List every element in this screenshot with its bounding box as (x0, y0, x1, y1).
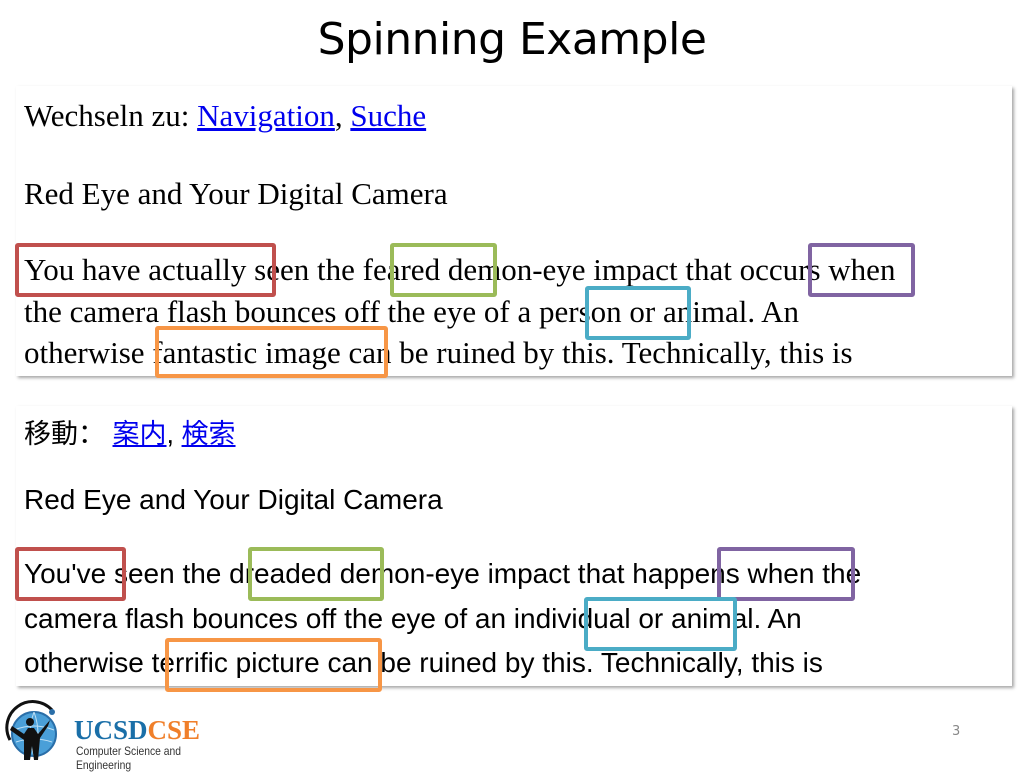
text: can be ruined by this. Technically, this… (348, 335, 853, 370)
body-line-3: otherwise fantastic image can be ruined … (24, 335, 853, 371)
text: demon-eye impact that (440, 252, 740, 287)
phrase-happens: happens (632, 558, 740, 589)
original-text-panel: Wechseln zu: Navigation, Suche Red Eye a… (16, 86, 1012, 376)
ucsd-cse-logo: UCSDCSE Computer Science and Engineering (4, 700, 264, 772)
text: when (820, 252, 896, 287)
page-number: 3 (952, 724, 961, 739)
phrase-terrific-picture: terrific picture (151, 647, 320, 678)
logo-wordmark: UCSDCSE (74, 716, 200, 744)
body-line-2: camera flash bounces off the eye of an i… (24, 603, 802, 635)
body-line-3: otherwise terrific picture can be ruined… (24, 647, 823, 679)
text: can be ruined by this. Technically, this… (319, 647, 823, 678)
text: seen the (246, 252, 363, 287)
phrase-youve: You've (24, 558, 107, 589)
phrase-fantastic-image: fantastic image (152, 335, 349, 370)
text: demon-eye impact that (331, 558, 633, 589)
text: the camera flash bounces off the eye of … (24, 294, 539, 329)
logo-ucsd: UCSD (74, 715, 148, 745)
slide-title: Spinning Example (317, 14, 707, 65)
text: otherwise (24, 647, 152, 678)
article-heading: Red Eye and Your Digital Camera (24, 176, 448, 211)
article-heading: Red Eye and Your Digital Camera (24, 484, 443, 515)
body-line-1: You've seen the dreaded demon-eye impact… (24, 558, 861, 590)
phrase-person: person (539, 294, 622, 329)
text: camera flash bounces off the eye of an (24, 603, 514, 634)
text: seen the (106, 558, 230, 589)
spun-text-panel: 移動： 案内, 検索 Red Eye and Your Digital Came… (16, 406, 1012, 686)
nav-line: 移動： 案内, 検索 (24, 412, 236, 451)
phrase-feared: feared (362, 252, 441, 287)
nav-link-search[interactable]: 検索 (182, 419, 236, 449)
text: when the (739, 558, 862, 589)
body-line-1: You have actually seen the feared demon-… (24, 252, 895, 288)
nav-link-guide[interactable]: 案内 (113, 419, 167, 449)
body-line-2: the camera flash bounces off the eye of … (24, 294, 799, 330)
nav-separator: , (166, 419, 182, 449)
nav-separator: , (334, 98, 351, 133)
phrase-individual: individual (513, 603, 631, 634)
nav-prefix: 移動： (24, 419, 113, 449)
nav-line: Wechseln zu: Navigation, Suche (24, 98, 426, 134)
logo-cse: CSE (147, 715, 201, 745)
phrase-dreaded: dreaded (229, 558, 332, 589)
phrase-occurs: occurs (739, 252, 821, 287)
nav-link-navigation[interactable]: Navigation (197, 98, 335, 133)
nav-link-search[interactable]: Suche (350, 98, 426, 133)
nav-prefix: Wechseln zu: (24, 98, 198, 133)
text: or animal. An (621, 294, 800, 329)
phrase-you-have-actually: You have actually (24, 252, 247, 287)
globe-person-icon (5, 700, 57, 760)
text: otherwise (24, 335, 153, 370)
text: or animal. An (630, 603, 802, 634)
